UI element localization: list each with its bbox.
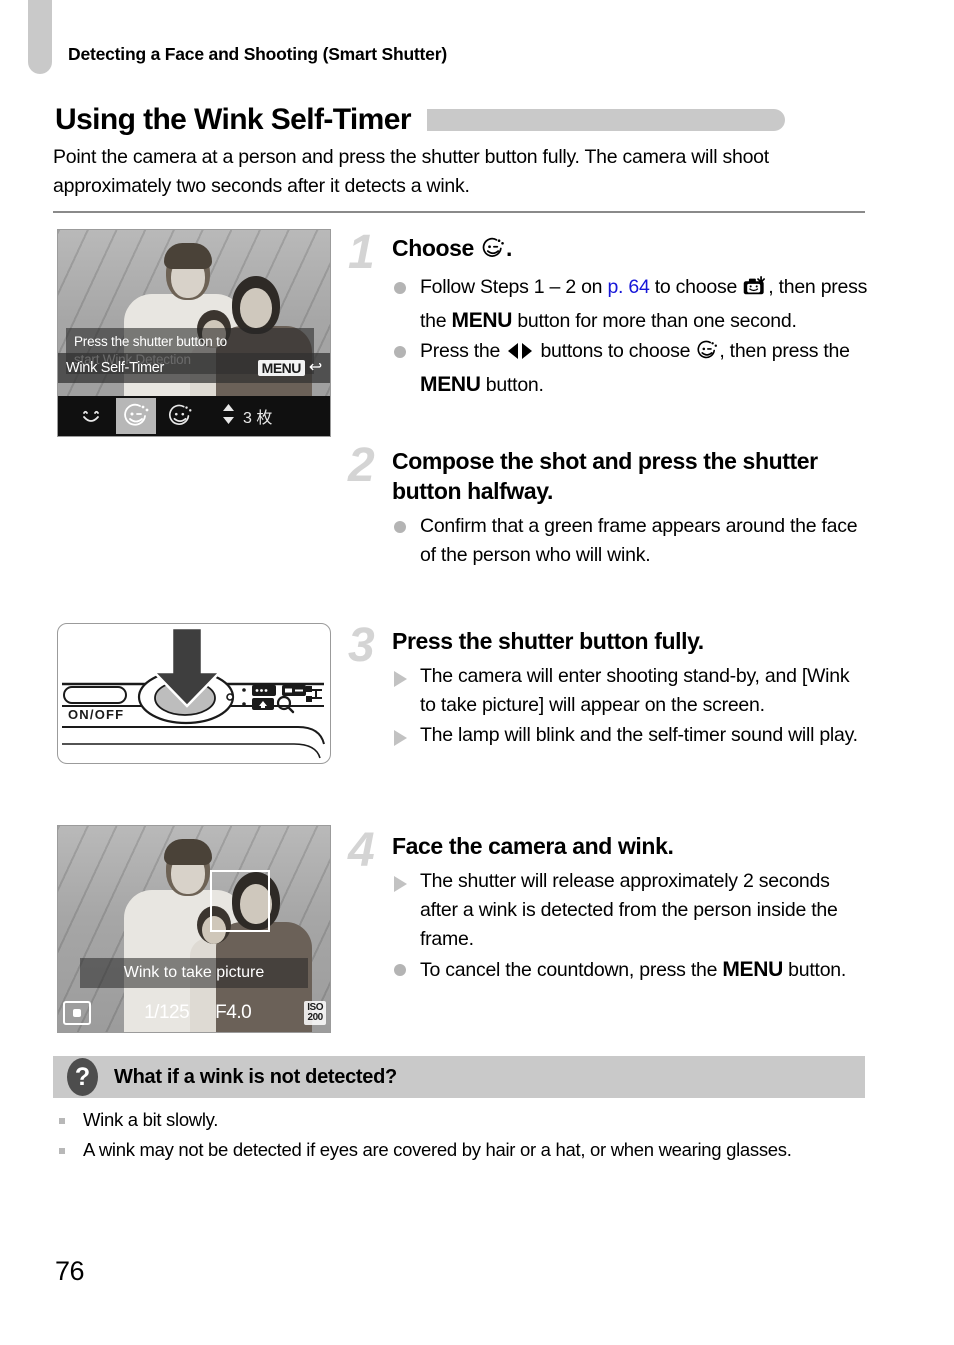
running-header: Detecting a Face and Shooting (Smart Shu… xyxy=(68,44,447,64)
iso-badge: ISO 200 xyxy=(304,1001,326,1025)
wink-self-timer-icon xyxy=(480,237,506,267)
step-bullets: Follow Steps 1 – 2 on p. 64 to choose , … xyxy=(392,273,868,400)
iso-value: 200 xyxy=(307,1012,324,1023)
question-box-header: ? What if a wink is not detected? xyxy=(53,1056,865,1098)
page-number: 76 xyxy=(55,1256,85,1286)
result-triangle-icon xyxy=(394,671,407,687)
page-edge-tab xyxy=(28,0,52,74)
menu-button-text: MENU xyxy=(722,958,783,981)
svg-text:ON/OFF: ON/OFF xyxy=(68,707,124,722)
step-number: 3 xyxy=(348,619,375,672)
woman-face xyxy=(240,288,272,328)
step-2: 2 Compose the shot and press the shutter… xyxy=(348,442,868,571)
bullet-text: Follow Steps 1 – 2 on p. 64 to choose , … xyxy=(420,275,868,332)
bullet-text: Confirm that a green frame appears aroun… xyxy=(420,515,858,566)
menu-button-text: MENU xyxy=(451,309,513,332)
bullet-dot-icon xyxy=(394,346,406,358)
menu-button-label: MENU xyxy=(257,360,305,376)
step-4: 4 Face the camera and wink. The shutter … xyxy=(348,827,868,986)
face-detection-frame xyxy=(210,870,270,932)
wink-self-timer-icon[interactable] xyxy=(116,398,156,434)
step-number: 2 xyxy=(348,439,375,492)
bullet-text: The shutter will release approximately 2… xyxy=(420,870,838,950)
list-item: Wink a bit slowly. xyxy=(53,1106,865,1134)
shot-count-value: 3 枚 xyxy=(243,410,273,427)
man-hair xyxy=(164,243,212,269)
exposure-values: 1/125 F4.0 xyxy=(91,1002,304,1024)
bullet-dot-icon xyxy=(394,282,406,294)
list-item: Confirm that a green frame appears aroun… xyxy=(392,512,868,570)
man-hair-2 xyxy=(164,839,212,865)
figure-lcd-wink-menu: Press the shutter button to start Wink D… xyxy=(57,229,331,437)
section-heading: Using the Wink Self-Timer xyxy=(55,100,914,140)
section-intro: Point the camera at a person and press t… xyxy=(53,146,769,197)
list-item: The lamp will blink and the self-timer s… xyxy=(392,721,868,750)
bullet-text: The lamp will blink and the self-timer s… xyxy=(420,724,858,746)
menu-button-text: MENU xyxy=(420,373,481,396)
left-right-arrows-icon xyxy=(505,341,535,370)
bullet-dot-icon xyxy=(394,521,406,533)
bullet-text: To cancel the countdown, press the MENU … xyxy=(420,958,847,981)
return-arrow-icon: ↩ xyxy=(308,359,322,376)
up-down-arrows-icon xyxy=(222,403,235,430)
question-box: ? What if a wink is not detected? Wink a… xyxy=(53,1056,865,1166)
step-1: 1 Choose . Follow Steps 1 – 2 on p. 64 t… xyxy=(348,229,868,401)
step-number: 4 xyxy=(348,824,375,877)
list-item: To cancel the countdown, press the MENU … xyxy=(392,955,868,985)
list-item: Press the buttons to choose , then press… xyxy=(392,337,868,400)
question-box-title: What if a wink is not detected? xyxy=(114,1065,397,1088)
step-title: Face the camera and wink. xyxy=(392,833,674,859)
camera-diagram: ON/OFF xyxy=(57,623,331,764)
result-triangle-icon xyxy=(394,876,407,892)
step-bullets: Confirm that a green frame appears aroun… xyxy=(392,512,868,570)
lcd-shot-count: 3 枚 xyxy=(222,403,272,430)
face-self-timer-icon[interactable] xyxy=(160,398,200,434)
aperture-value: F4.0 xyxy=(215,1002,252,1023)
wink-self-timer-icon xyxy=(695,340,719,370)
camera-top-illustration: ON/OFF xyxy=(62,626,325,759)
square-bullet-icon xyxy=(59,1148,65,1154)
figure-lcd-wink-standby: Wink to take picture 1/125 F4.0 ISO 200 xyxy=(57,825,331,1033)
lcd-standby-banner: Wink to take picture xyxy=(80,958,308,988)
heading-accent-bar xyxy=(426,109,785,131)
figure-camera-top-view: ON/OFF xyxy=(57,623,331,764)
lcd-instruction-line-1: Press the shutter button to xyxy=(74,334,227,349)
list-item: Follow Steps 1 – 2 on p. 64 to choose , … xyxy=(392,273,868,336)
list-item: A wink may not be detected if eyes are c… xyxy=(53,1136,865,1164)
lcd-icon-bar: 3 枚 xyxy=(58,396,330,436)
list-item-text: A wink may not be detected if eyes are c… xyxy=(83,1139,792,1160)
lcd-menu-chip[interactable]: MENU ↩ xyxy=(257,359,322,376)
step-bullets: The shutter will release approximately 2… xyxy=(392,867,868,985)
step-title-text: Choose xyxy=(392,235,480,261)
lcd-mode-row: Wink Self-Timer MENU ↩ xyxy=(58,353,330,383)
step-title-suffix: . xyxy=(505,235,512,261)
camera-lcd-screen-2: Wink to take picture 1/125 F4.0 ISO 200 xyxy=(57,825,331,1033)
metering-mode-icon xyxy=(63,1001,91,1025)
bullet-dot-icon xyxy=(394,964,406,976)
lcd-mode-label: Wink Self-Timer xyxy=(66,360,165,376)
step-number: 1 xyxy=(348,226,375,279)
step-title: Press the shutter button fully. xyxy=(392,628,704,654)
horizontal-rule xyxy=(53,211,865,213)
question-mark-icon: ? xyxy=(67,1058,98,1096)
step-title: Compose the shot and press the shutter b… xyxy=(392,448,818,504)
square-bullet-icon xyxy=(59,1118,65,1124)
result-triangle-icon xyxy=(394,730,407,746)
list-item: The shutter will release approximately 2… xyxy=(392,867,868,954)
page-reference-link[interactable]: p. 64 xyxy=(607,276,649,298)
bullet-text: The camera will enter shooting stand-by,… xyxy=(420,665,850,716)
bullet-text: Press the buttons to choose , then press… xyxy=(420,340,850,396)
smile-detection-icon[interactable] xyxy=(72,398,112,434)
page-title: Using the Wink Self-Timer xyxy=(55,103,412,136)
step-3: 3 Press the shutter button fully. The ca… xyxy=(348,622,868,751)
camera-lcd-screen-1: Press the shutter button to start Wink D… xyxy=(57,229,331,437)
step-title: Choose . xyxy=(392,233,868,267)
list-item: The camera will enter shooting stand-by,… xyxy=(392,662,868,720)
list-item-text: Wink a bit slowly. xyxy=(83,1109,219,1130)
step-bullets: The camera will enter shooting stand-by,… xyxy=(392,662,868,750)
lcd-exposure-bar: 1/125 F4.0 ISO 200 xyxy=(58,996,330,1030)
face-self-timer-camera-icon xyxy=(742,275,768,306)
shutter-speed-value: 1/125 xyxy=(144,1002,190,1023)
question-box-list: Wink a bit slowly. A wink may not be det… xyxy=(53,1106,865,1164)
